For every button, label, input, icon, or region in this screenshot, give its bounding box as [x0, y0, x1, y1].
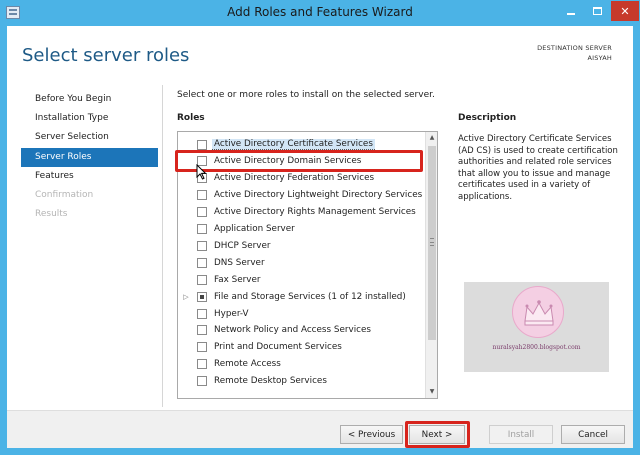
role-checkbox[interactable]: [197, 376, 207, 387]
role-row[interactable]: DHCP Server: [178, 237, 426, 254]
role-label: Remote Desktop Services: [214, 376, 327, 387]
role-checkbox[interactable]: [197, 257, 207, 268]
maximize-icon: [593, 7, 602, 15]
role-checkbox[interactable]: [197, 308, 207, 319]
window-frame-bottom: [0, 448, 640, 455]
instruction-text: Select one or more roles to install on t…: [177, 90, 435, 100]
watermark-image: nuralsyah2800.blogspot.com: [464, 282, 609, 372]
role-checkbox[interactable]: [197, 139, 207, 150]
scroll-down-icon[interactable]: ▼: [426, 386, 437, 398]
roles-heading: Roles: [177, 113, 205, 123]
role-row[interactable]: Print and Document Services: [178, 339, 426, 356]
nav-divider: [162, 85, 163, 407]
role-label: Hyper-V: [214, 308, 249, 319]
roles-scrollbar[interactable]: ▲ ▼: [425, 132, 437, 398]
role-row[interactable]: Active Directory Rights Management Servi…: [178, 204, 426, 221]
role-label: DHCP Server: [214, 240, 271, 251]
expand-arrow-icon[interactable]: ▷: [178, 293, 194, 301]
close-button[interactable]: ✕: [611, 1, 639, 21]
scroll-up-icon[interactable]: ▲: [426, 132, 437, 144]
role-checkbox[interactable]: [197, 190, 207, 201]
nav-item-server-roles[interactable]: Server Roles: [21, 147, 158, 167]
role-row[interactable]: Remote Desktop Services: [178, 373, 426, 390]
role-checkbox[interactable]: [197, 359, 207, 370]
watermark-text: nuralsyah2800.blogspot.com: [492, 344, 581, 351]
role-row[interactable]: Remote Access: [178, 356, 426, 373]
role-checkbox[interactable]: [197, 240, 207, 251]
role-checkbox[interactable]: [197, 207, 207, 218]
watermark-crown-badge: [512, 286, 564, 338]
role-label: Active Directory Certificate Services: [212, 139, 375, 150]
window-frame-right: [633, 26, 640, 455]
page-title: Select server roles: [22, 45, 190, 66]
nav-item-features[interactable]: Features: [21, 167, 158, 186]
nav-item-results: Results: [35, 209, 68, 220]
role-checkbox[interactable]: [197, 224, 207, 234]
cancel-button[interactable]: Cancel: [561, 425, 625, 444]
role-label: File and Storage Services (1 of 12 insta…: [214, 291, 406, 302]
description-heading: Description: [458, 113, 517, 123]
window-frame-left: [0, 26, 7, 455]
nav-item-installation-type[interactable]: Installation Type: [21, 109, 158, 128]
install-button[interactable]: Install: [489, 425, 553, 444]
previous-button[interactable]: < Previous: [340, 425, 403, 444]
description-text: Active Directory Certificate Services (A…: [458, 134, 618, 202]
destination-server-name: AISYAH: [587, 54, 612, 62]
role-label: DNS Server: [214, 257, 265, 268]
role-label: Network Policy and Access Services: [214, 325, 371, 336]
role-checkbox[interactable]: [197, 342, 207, 353]
role-label: Print and Document Services: [214, 342, 342, 353]
role-label: Fax Server: [214, 274, 261, 285]
scroll-thumb[interactable]: [428, 146, 436, 340]
role-row[interactable]: Application Server: [178, 221, 426, 238]
role-row[interactable]: Active Directory Federation Services: [178, 170, 426, 187]
role-row[interactable]: Hyper-V: [178, 305, 426, 322]
title-bar: Add Roles and Features Wizard ✕: [0, 0, 640, 26]
maximize-button[interactable]: [584, 1, 611, 21]
role-row[interactable]: Network Policy and Access Services: [178, 322, 426, 339]
role-label: Application Server: [214, 224, 295, 234]
crown-icon: [524, 300, 554, 326]
role-label: Active Directory Federation Services: [214, 173, 375, 184]
nav-item-server-selection[interactable]: Server Selection: [21, 128, 158, 147]
nav-item-confirmation: Confirmation: [35, 189, 94, 200]
minimize-button[interactable]: [557, 1, 584, 21]
destination-server-label: DESTINATION SERVER: [537, 44, 612, 52]
scroll-grip-icon: [430, 238, 434, 246]
nav-item-before-you-begin[interactable]: Before You Begin: [21, 90, 158, 109]
wizard-nav: Before You Begin Installation Type Server …: [21, 90, 158, 224]
role-label: Active Directory Lightweight Directory S…: [214, 190, 423, 201]
annotation-highlight-ad-ds: [175, 150, 423, 172]
minimize-icon: [566, 13, 575, 15]
role-row[interactable]: ▷ File and Storage Services (1 of 12 inst…: [178, 288, 426, 305]
annotation-highlight-next: [405, 421, 470, 448]
role-label: Active Directory Rights Management Servi…: [214, 207, 416, 218]
close-icon: ✕: [620, 4, 630, 18]
role-checkbox[interactable]: [197, 325, 207, 336]
role-checkbox[interactable]: [197, 291, 207, 302]
role-row[interactable]: Active Directory Lightweight Directory S…: [178, 187, 426, 204]
window-title: Add Roles and Features Wizard: [227, 5, 413, 19]
role-checkbox[interactable]: [197, 274, 207, 285]
role-row[interactable]: Fax Server: [178, 271, 426, 288]
mouse-cursor-icon: [196, 164, 207, 180]
role-label: Remote Access: [214, 359, 281, 370]
role-row[interactable]: DNS Server: [178, 254, 426, 271]
